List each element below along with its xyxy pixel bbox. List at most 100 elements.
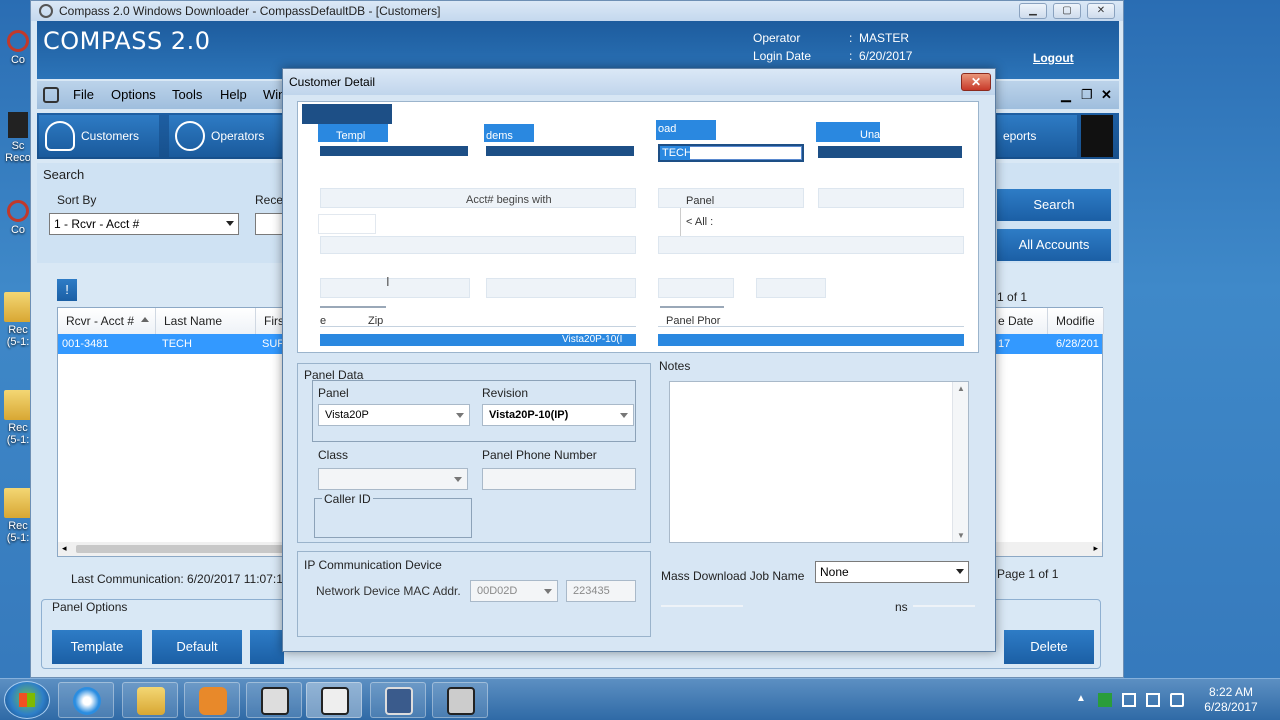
tray-app-icon[interactable]: [1098, 693, 1112, 707]
reports-button[interactable]: eports: [997, 115, 1077, 157]
taskbar-explorer[interactable]: [122, 682, 178, 718]
alert-button[interactable]: !: [57, 279, 77, 301]
desktop-icon-label: Rec (5-1:: [6, 520, 30, 544]
ghost-field: [320, 278, 470, 298]
all-accounts-button[interactable]: All Accounts: [997, 229, 1111, 261]
menu-tools[interactable]: Tools: [172, 87, 202, 102]
taskbar-calculator[interactable]: [370, 682, 426, 718]
panel-option-button-3[interactable]: [250, 630, 284, 664]
volume-icon[interactable]: [1170, 693, 1184, 707]
ghost-line: [320, 326, 636, 327]
menu-file[interactable]: File: [73, 87, 94, 102]
desktop-icon-label: Rec (5-1:: [6, 324, 30, 348]
network-status-icon[interactable]: [1146, 693, 1160, 707]
mass-download-label: Mass Download Job Name: [661, 569, 805, 583]
default-button[interactable]: Default: [152, 630, 242, 664]
dropdown-arrow-icon: [956, 569, 964, 574]
class-select[interactable]: [318, 468, 468, 490]
ghost-field: [486, 278, 636, 298]
taskbar-app-2[interactable]: [432, 682, 488, 718]
notes-scrollbar[interactable]: ▲ ▼: [952, 382, 968, 542]
mdi-close-icon[interactable]: ✕: [1101, 87, 1112, 103]
reports-label: eports: [1003, 129, 1037, 143]
scroll-up-icon[interactable]: ▲: [957, 384, 965, 393]
taskbar-clock[interactable]: 8:22 AM 6/28/2017: [1186, 685, 1276, 715]
dialog-close-button[interactable]: ✕: [961, 73, 991, 91]
network-icon: [447, 687, 475, 715]
dropdown-arrow-icon: [456, 413, 464, 418]
revision-select[interactable]: Vista20P-10(IP): [482, 404, 634, 426]
scroll-down-icon[interactable]: ▼: [957, 531, 965, 540]
sort-by-select[interactable]: 1 - Rcvr - Acct #: [49, 213, 239, 235]
login-date-value: 6/20/2017: [859, 49, 913, 63]
panel-phone-input[interactable]: [482, 468, 636, 490]
receiver-input[interactable]: [255, 213, 283, 235]
ghost-row: [658, 334, 964, 346]
maximize-button[interactable]: ▢: [1053, 3, 1081, 19]
menu-options[interactable]: Options: [111, 87, 156, 102]
clock-time: 8:22 AM: [1208, 685, 1254, 699]
ghost-input: [318, 214, 376, 234]
scroll-right-icon[interactable]: ▸: [1093, 543, 1098, 554]
mac-prefix-select[interactable]: 00D02D: [470, 580, 558, 602]
mass-download-select[interactable]: None: [815, 561, 969, 583]
column-header-label: Rcvr - Acct #: [66, 314, 135, 328]
ghost-tech-value: TECH: [662, 147, 692, 159]
start-button[interactable]: [4, 681, 50, 719]
panel-phone-label: Panel Phone Number: [482, 448, 597, 462]
taskbar-ie[interactable]: [58, 682, 114, 718]
mdi-restore-icon[interactable]: ❐: [1081, 87, 1093, 103]
scroll-thumb[interactable]: [76, 545, 286, 553]
calculator-icon: [385, 687, 413, 715]
taskbar-media[interactable]: [184, 682, 240, 718]
desktop-icon-label: Co: [10, 224, 26, 236]
taskbar-compass[interactable]: [306, 682, 362, 718]
taskbar-app-1[interactable]: [246, 682, 302, 718]
close-window-button[interactable]: ✕: [1087, 3, 1115, 19]
ip-communication-group: IP Communication Device Network Device M…: [297, 551, 651, 637]
column-header-modified[interactable]: Modifie: [1048, 308, 1104, 334]
app-menu-icon[interactable]: [43, 87, 59, 103]
desktop-icon-label: Co: [10, 54, 26, 66]
column-header-acct[interactable]: Rcvr - Acct #: [58, 308, 156, 334]
column-header-date[interactable]: e Date: [990, 308, 1048, 334]
column-header-last-name[interactable]: Last Name: [156, 308, 256, 334]
customers-button[interactable]: Customers: [39, 115, 159, 157]
mac-suffix-input[interactable]: 223435: [566, 580, 636, 602]
dialog-title: Customer Detail: [289, 75, 376, 89]
mdi-minimize-icon[interactable]: ▁: [1061, 87, 1071, 103]
template-button[interactable]: Template: [52, 630, 142, 664]
panel-select[interactable]: Vista20P: [318, 404, 470, 426]
ghost-field: [320, 236, 636, 254]
notes-textarea[interactable]: ▲ ▼: [669, 381, 969, 543]
mac-prefix-value: 00D02D: [477, 585, 518, 597]
dropdown-arrow-icon: [620, 413, 628, 418]
ghost-download-label: oad: [658, 123, 677, 135]
dropdown-arrow-icon: [454, 477, 462, 482]
dropdown-arrow-icon: [226, 221, 234, 226]
ghost-line: [658, 326, 964, 327]
logout-link[interactable]: Logout: [1033, 51, 1074, 65]
ghost-acct-begins-label: Acct# begins with: [466, 194, 552, 206]
operators-button[interactable]: Operators: [169, 115, 287, 157]
panel-label: Panel: [318, 386, 349, 400]
flag-icon[interactable]: [1122, 693, 1136, 707]
mass-download-value: None: [820, 565, 849, 579]
text-cursor-icon: I: [386, 274, 390, 289]
compass-icon: [7, 30, 29, 52]
menu-help[interactable]: Help: [220, 87, 247, 102]
minimize-button[interactable]: ▁: [1019, 3, 1047, 19]
scroll-left-icon[interactable]: ◂: [62, 543, 67, 554]
ghost-line: [913, 605, 975, 607]
main-titlebar[interactable]: Compass 2.0 Windows Downloader - Compass…: [31, 1, 1123, 21]
dialog-titlebar[interactable]: Customer Detail ✕: [283, 69, 995, 95]
ghost-ns-text: ns: [895, 600, 908, 614]
folder-icon: [137, 687, 165, 715]
search-button[interactable]: Search: [997, 189, 1111, 221]
operator-value: MASTER: [859, 31, 910, 45]
network-icon: [261, 687, 289, 715]
delete-button[interactable]: Delete: [1004, 630, 1094, 664]
dropdown-arrow-icon: [544, 589, 552, 594]
tray-expand-icon[interactable]: ▲: [1076, 693, 1090, 707]
ghost-row-text: Vista20P-10(I: [562, 334, 623, 345]
